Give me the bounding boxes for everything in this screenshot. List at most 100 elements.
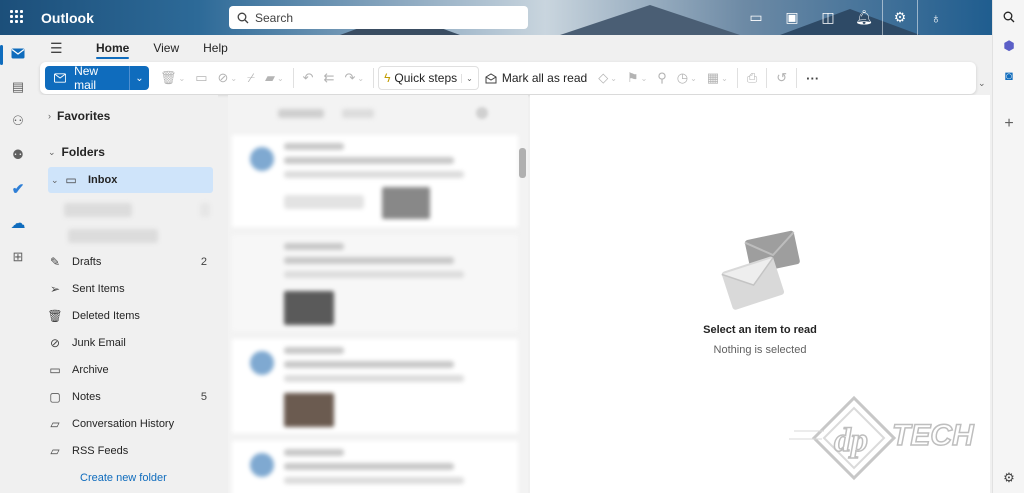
- focused-tab-blurred[interactable]: [278, 109, 324, 118]
- folder-junk-email[interactable]: ⊘ Junk Email: [48, 330, 213, 356]
- folder-notes[interactable]: ▢ Notes 5: [48, 384, 213, 410]
- folder-conversation-history[interactable]: ▱ Conversation History: [48, 411, 213, 437]
- folder-rss-feeds[interactable]: ▱ RSS Feeds: [48, 438, 213, 464]
- toolbar-divider: [796, 68, 798, 88]
- toolbar-divider: [292, 68, 294, 88]
- message-list: [228, 95, 528, 493]
- tab-view[interactable]: View: [141, 35, 191, 61]
- folders-header[interactable]: ⌄ Folders: [48, 145, 105, 159]
- copilot-icon[interactable]: ⬢: [1001, 38, 1017, 54]
- folder-inbox[interactable]: ⌄ ▭ Inbox: [48, 167, 213, 193]
- favorites-label: Favorites: [57, 109, 111, 123]
- groups-icon[interactable]: ⚉: [8, 145, 28, 165]
- folder-drafts[interactable]: ✎ Drafts 2: [48, 249, 213, 275]
- folder-sent-items[interactable]: ➢ Sent Items: [48, 276, 213, 302]
- blurred-subfolder: [68, 229, 158, 243]
- delete-icon[interactable]: 🗑︎ ⌄: [155, 66, 190, 90]
- report-icon[interactable]: ⊘ ⌄: [213, 66, 243, 90]
- hamburger-menu-icon[interactable]: ☰: [50, 40, 70, 57]
- tips-lightbulb-icon[interactable]: ♁: [918, 0, 954, 35]
- unread-count: 2: [200, 256, 207, 268]
- tab-home[interactable]: Home: [84, 35, 141, 61]
- search-placeholder: Search: [255, 10, 294, 25]
- folder-icon: ▱: [50, 444, 60, 458]
- folder-label: RSS Feeds: [72, 445, 129, 457]
- folder-deleted-items[interactable]: 🗑︎ Deleted Items: [47, 303, 213, 329]
- todo-icon[interactable]: ✔: [8, 179, 28, 199]
- app-rail: ▤ ⚇ ⚉ ✔ ☁ ⊞: [0, 35, 36, 493]
- message-item[interactable]: [232, 235, 518, 331]
- filter-icon[interactable]: [476, 107, 488, 119]
- calendar-icon[interactable]: ▤: [8, 77, 28, 97]
- mark-all-read-button[interactable]: Mark all as read: [479, 71, 593, 85]
- drafts-pencil-icon: ✎: [49, 255, 61, 269]
- unread-count: 5: [200, 391, 207, 403]
- archive-icon: ▭: [49, 363, 61, 377]
- app-launcher-icon[interactable]: [10, 10, 24, 24]
- lightning-icon: ϟ: [384, 71, 391, 85]
- search-icon[interactable]: [1001, 9, 1017, 25]
- reply-all-icon[interactable]: ⇇: [319, 66, 340, 90]
- teams-icon[interactable]: ▣: [774, 0, 810, 35]
- ribbon-collapse-chevron-icon[interactable]: ⌄: [978, 78, 986, 89]
- selected-indicator: [0, 45, 3, 65]
- notifications-bell-icon[interactable]: 🔔︎: [846, 0, 882, 35]
- new-mail-label: New mail: [74, 64, 99, 92]
- tag-icon[interactable]: ◇ ⌄: [593, 66, 622, 90]
- folder-label: Archive: [72, 364, 109, 376]
- open-envelope-icon: [485, 72, 497, 83]
- chevron-down-icon[interactable]: ⌄: [461, 73, 473, 83]
- svg-text:dp: dp: [834, 422, 868, 459]
- favorites-header[interactable]: › Favorites: [48, 109, 110, 123]
- sweep-icon[interactable]: ⌿: [242, 66, 260, 90]
- tab-help[interactable]: Help: [191, 35, 240, 61]
- message-list-scrollbar[interactable]: [519, 148, 526, 178]
- settings-gear-icon[interactable]: ⚙: [882, 0, 918, 35]
- snooze-clock-icon[interactable]: ◷ ⌄: [672, 66, 702, 90]
- message-item[interactable]: [232, 339, 518, 433]
- people-icon[interactable]: ⚇: [8, 111, 28, 131]
- meet-now-icon[interactable]: ▭: [738, 0, 774, 35]
- new-mail-dropdown-chevron-icon[interactable]: ⌄: [129, 66, 149, 90]
- folders-label: Folders: [61, 145, 105, 159]
- more-options-icon[interactable]: ···: [801, 66, 824, 90]
- ribbon-toolbar: New mail ⌄ 🗑︎ ⌄ ▭ ⊘ ⌄ ⌿ ▰ ⌄ ↶ ⇇ ↷ ⌄ ϟ Quick …: [40, 62, 976, 94]
- quick-steps-button[interactable]: ϟ Quick steps ⌄: [378, 66, 479, 90]
- more-apps-icon[interactable]: ⊞: [8, 247, 28, 267]
- new-mail-button[interactable]: New mail: [45, 64, 129, 92]
- folder-label: Sent Items: [72, 283, 125, 295]
- mark-all-read-label: Mark all as read: [501, 71, 588, 85]
- message-item[interactable]: [232, 135, 518, 227]
- other-tab-blurred[interactable]: [342, 109, 374, 118]
- print-icon[interactable]: ⎙: [742, 66, 762, 90]
- envelopes-illustration-icon: [721, 230, 800, 310]
- toolbar-divider: [736, 68, 738, 88]
- add-app-icon[interactable]: +: [1001, 115, 1017, 132]
- outlook-icon[interactable]: ◙: [1001, 67, 1017, 83]
- archive-icon[interactable]: ▭: [190, 66, 212, 90]
- undo-icon[interactable]: ↺: [771, 66, 792, 90]
- empty-state-subtitle: Nothing is selected: [713, 344, 807, 356]
- search-box[interactable]: Search: [229, 6, 528, 29]
- folder-label: Junk Email: [72, 337, 126, 349]
- onedrive-icon[interactable]: ☁: [8, 213, 28, 233]
- mail-icon[interactable]: [8, 43, 28, 63]
- trash-icon: 🗑︎: [47, 309, 63, 323]
- svg-text:TECH: TECH: [892, 419, 975, 452]
- top-bar: Outlook Search ▭ ▣ ◫ 🔔︎ ⚙ ♁: [0, 0, 992, 35]
- message-item[interactable]: [232, 441, 518, 493]
- forward-icon[interactable]: ↷ ⌄: [339, 66, 369, 90]
- chevron-down-icon: ⌄: [48, 146, 56, 157]
- reply-icon[interactable]: ↶: [298, 66, 319, 90]
- blurred-subfolder: [200, 203, 210, 217]
- move-to-icon[interactable]: ▰ ⌄: [260, 66, 289, 90]
- junk-icon: ⊘: [49, 336, 61, 350]
- folder-archive[interactable]: ▭ Archive: [48, 357, 213, 383]
- account-area[interactable]: [954, 0, 992, 35]
- flag-icon[interactable]: ⚑ ⌄: [622, 66, 652, 90]
- feedback-icon[interactable]: ◫: [810, 0, 846, 35]
- create-new-folder-link[interactable]: Create new folder: [80, 472, 167, 484]
- app-title[interactable]: Outlook: [41, 10, 94, 26]
- pin-icon[interactable]: ⚲: [652, 66, 672, 90]
- rules-icon[interactable]: ▦ ⌄: [702, 66, 733, 90]
